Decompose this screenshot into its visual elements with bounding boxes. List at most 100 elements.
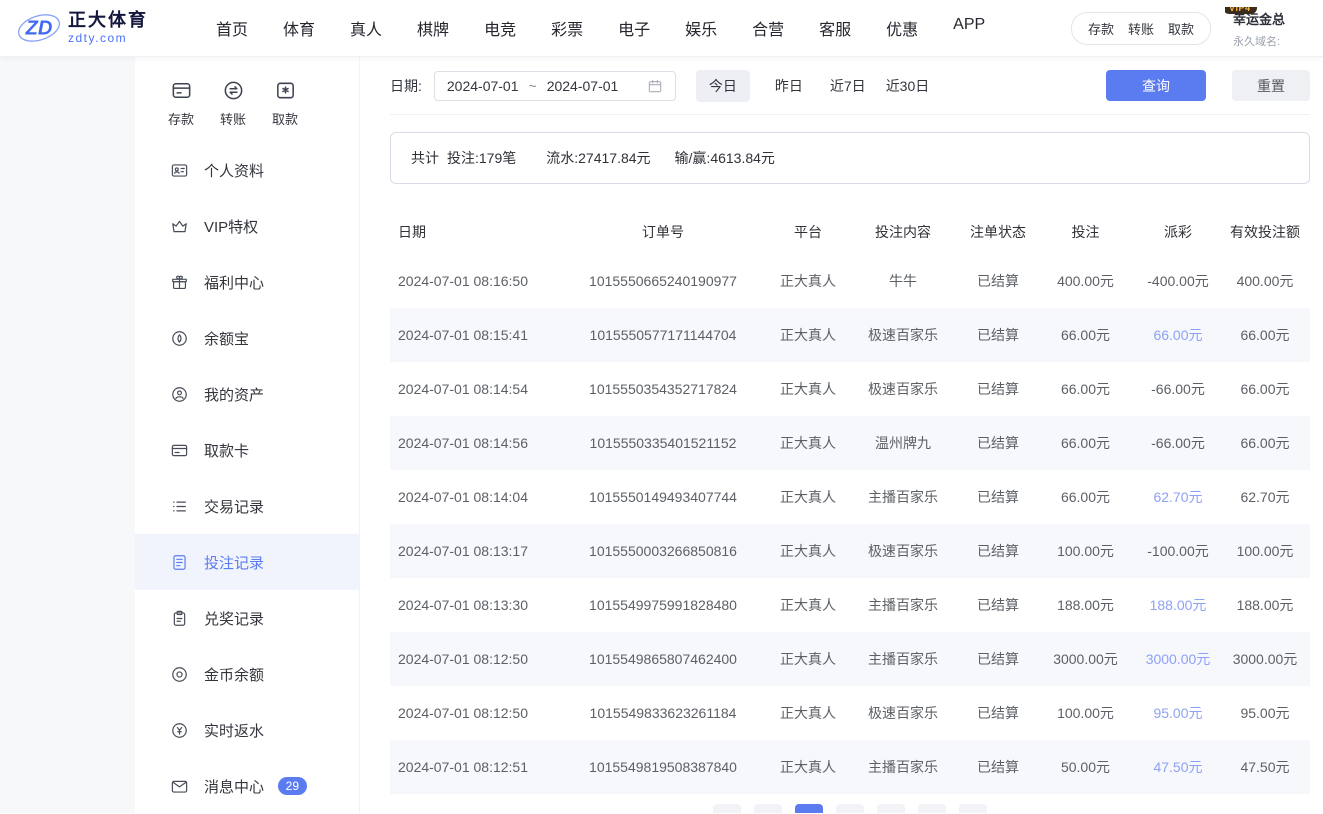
range-button[interactable]: 今日 <box>695 69 750 102</box>
nav-item-app[interactable]: APP <box>953 16 985 40</box>
page-button[interactable]: 4 <box>877 804 905 813</box>
sidebar-item-bet-records[interactable]: 投注记录 <box>135 534 359 590</box>
table-row: 2024-07-01 08:14:56 1015550335401521152 … <box>390 416 1310 470</box>
table-row: 2024-07-01 08:14:54 1015550354352717824 … <box>390 362 1310 416</box>
sidebar-item-label: 福利中心 <box>204 274 265 292</box>
summary-winloss: 输/赢:4613.84元 <box>674 150 775 166</box>
sidebar-item-label: VIP特权 <box>204 218 259 236</box>
order-cell: 1015550577171144704 <box>589 327 737 343</box>
sidebar-item-gold-balance[interactable]: 金币余额 <box>135 646 359 702</box>
page-button[interactable]: 5 <box>918 804 946 813</box>
date-to: 2024-07-01 <box>546 77 619 94</box>
order-cell: 1015549975991828480 <box>589 597 737 613</box>
page-button[interactable]: 3 <box>836 804 864 813</box>
status-cell: 已结算 <box>977 651 1019 667</box>
sidebar-item-messages[interactable]: 消息中心 29 <box>135 758 359 814</box>
transfer-action[interactable]: 转账 <box>220 79 246 128</box>
table-row: 2024-07-01 08:12:51 1015549819508387840 … <box>390 740 1310 794</box>
nav-item-partner[interactable]: 合营 <box>752 16 784 40</box>
order-cell: 1015550354352717824 <box>589 381 737 397</box>
page-button[interactable]: 2 <box>795 804 823 813</box>
date-cell: 2024-07-01 08:12:50 <box>398 651 528 667</box>
nav-item-slots[interactable]: 电子 <box>618 16 650 40</box>
table-body: 2024-07-01 08:16:50 1015550665240190977 … <box>390 254 1310 794</box>
sidebar-item-label: 交易记录 <box>204 498 265 516</box>
nav-item-esports[interactable]: 电竞 <box>484 16 516 40</box>
payout-cell: 3000.00元 <box>1145 651 1211 667</box>
sidebar-item-profile[interactable]: 个人资料 <box>135 142 359 198</box>
date-cell: 2024-07-01 08:15:41 <box>398 327 528 343</box>
sidebar-item-vip[interactable]: VIP特权 <box>135 198 359 254</box>
content-cell: 主播百家乐 <box>868 651 938 667</box>
withdraw-action[interactable]: 取款 <box>272 79 298 128</box>
nav-item-lottery[interactable]: 彩票 <box>551 16 583 40</box>
deposit-link[interactable]: 存款 <box>1088 19 1114 38</box>
status-cell: 已结算 <box>977 543 1019 559</box>
sidebar-item-withdraw-card[interactable]: 取款卡 <box>135 422 359 478</box>
status-cell: 已结算 <box>977 435 1019 451</box>
reset-button[interactable]: 重置 <box>1232 70 1310 101</box>
payout-cell: 188.00元 <box>1149 597 1207 613</box>
status-cell: 已结算 <box>977 327 1019 343</box>
bank-card-icon <box>171 444 188 456</box>
top-navbar: ZD 正大体育 zdty.com 首页 体育 真人 棋牌 电竞 彩票 电子 娱乐… <box>0 0 1323 57</box>
payout-cell: -400.00元 <box>1147 273 1209 289</box>
order-cell: 1015550335401521152 <box>589 435 737 451</box>
pagination: ‹ 1 2 3 4 5 › <box>390 804 1310 813</box>
header-cell: 注单状态 <box>970 224 1026 240</box>
nav-item-cards[interactable]: 棋牌 <box>417 16 449 40</box>
header-cell: 投注内容 <box>875 224 931 240</box>
transfer-icon <box>222 79 245 102</box>
nav-item-service[interactable]: 客服 <box>819 16 851 40</box>
brand-domain: zdty.com <box>68 30 128 45</box>
sidebar-item-label: 兑奖记录 <box>204 610 265 628</box>
platform-cell: 正大真人 <box>780 651 836 667</box>
transaction-list-icon <box>173 501 186 511</box>
profile-card-icon <box>171 163 188 177</box>
range-button[interactable]: 近7日 <box>828 70 868 102</box>
page-prev-button[interactable]: ‹ <box>713 804 741 813</box>
nav-item-entertainment[interactable]: 娱乐 <box>685 16 717 40</box>
page-next-button[interactable]: › <box>959 804 987 813</box>
sidebar-item-assets[interactable]: 我的资产 <box>135 366 359 422</box>
quick-action-label: 存款 <box>168 112 195 127</box>
brand-logo[interactable]: ZD 正大体育 zdty.com <box>16 8 194 48</box>
platform-cell: 正大真人 <box>780 327 836 343</box>
permanent-domain-note: 永久域名: <box>1233 36 1281 48</box>
nav-item-sports[interactable]: 体育 <box>283 16 315 40</box>
bet-cell: 66.00元 <box>1060 435 1111 451</box>
sidebar-item-rebate[interactable]: 实时返水 <box>135 702 359 758</box>
transfer-link[interactable]: 转账 <box>1128 19 1154 38</box>
page-body: 存款 转账 取款 个人资料 VIP特权 福利中心 余额宝 我的资产 取款卡 交易… <box>0 57 1323 813</box>
deposit-action[interactable]: 存款 <box>168 79 194 128</box>
valid-bet-cell: 62.70元 <box>1240 489 1290 505</box>
table-header: 日期 订单号 平台 投注内容 注单状态 投注 派彩 有效投注额 <box>390 210 1310 254</box>
bet-records-table: 日期 订单号 平台 投注内容 注单状态 投注 派彩 有效投注额 2024-07-… <box>390 210 1310 794</box>
search-button[interactable]: 查询 <box>1106 70 1206 101</box>
order-cell: 1015550149493407744 <box>589 489 737 505</box>
nav-item-promo[interactable]: 优惠 <box>886 16 918 40</box>
nav-item-home[interactable]: 首页 <box>216 16 248 40</box>
page-button[interactable]: 1 <box>754 804 782 813</box>
withdraw-link[interactable]: 取款 <box>1168 19 1194 38</box>
date-cell: 2024-07-01 08:16:50 <box>398 273 528 289</box>
content-cell: 极速百家乐 <box>868 381 938 397</box>
sidebar-quick-actions: 存款 转账 取款 <box>135 79 359 128</box>
sidebar-item-redeem-records[interactable]: 兑奖记录 <box>135 590 359 646</box>
nav-item-live[interactable]: 真人 <box>350 16 382 40</box>
date-range-input[interactable]: 2024-07-01 ~ 2024-07-01 <box>433 70 676 101</box>
range-button[interactable]: 昨日 <box>773 70 805 102</box>
header-cell: 投注 <box>1071 224 1100 240</box>
sidebar-item-yuebao[interactable]: 余额宝 <box>135 310 359 366</box>
sidebar-item-welfare[interactable]: 福利中心 <box>135 254 359 310</box>
date-cell: 2024-07-01 08:12:51 <box>398 759 528 775</box>
range-button[interactable]: 近30日 <box>884 70 932 102</box>
sidebar-item-transactions[interactable]: 交易记录 <box>135 478 359 534</box>
bet-cell: 66.00元 <box>1060 489 1111 505</box>
content-cell: 温州牌九 <box>875 435 931 451</box>
assets-icon <box>172 386 187 402</box>
platform-cell: 正大真人 <box>780 273 836 289</box>
quick-action-label: 取款 <box>272 112 299 127</box>
status-cell: 已结算 <box>977 705 1019 721</box>
payout-cell: 95.00元 <box>1153 705 1203 721</box>
